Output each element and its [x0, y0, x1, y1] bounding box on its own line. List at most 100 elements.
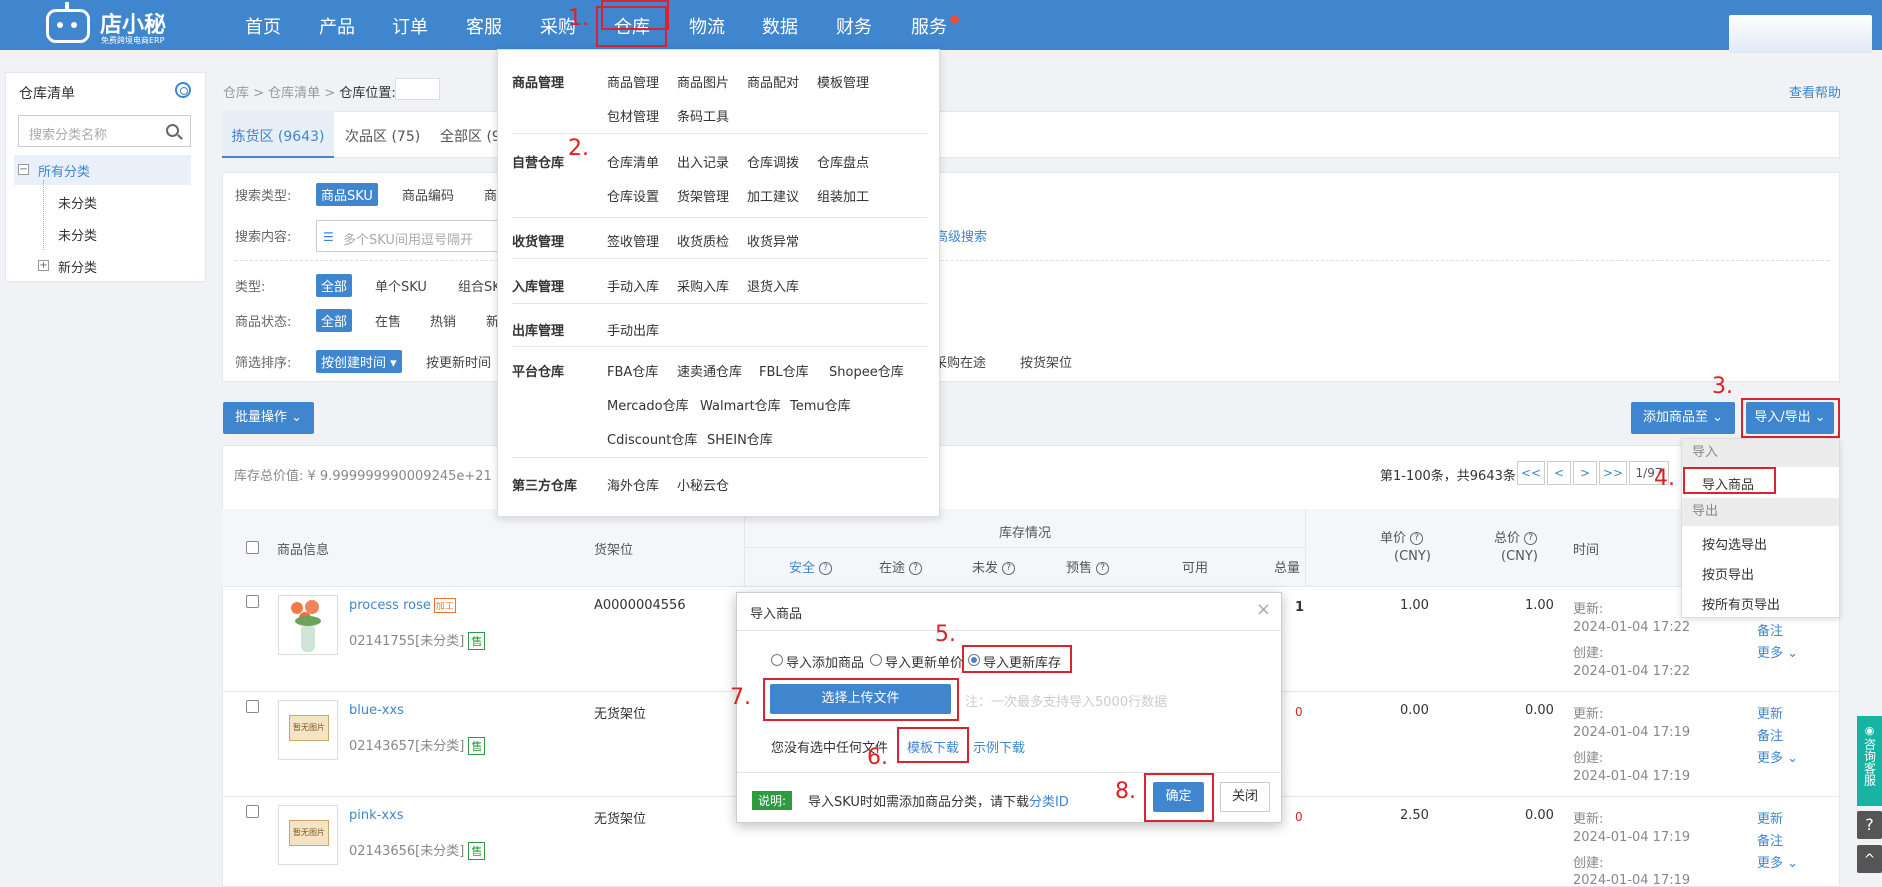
batch-ops-button[interactable]: 批量操作 ⌄	[223, 402, 314, 434]
nav-services[interactable]: 服务	[911, 13, 947, 39]
search-type-more[interactable]: 商	[484, 185, 497, 204]
menu-item-product-mgmt[interactable]: 商品管理	[607, 72, 659, 91]
th-total-price[interactable]: 总价 ?	[1494, 527, 1538, 546]
row-checkbox[interactable]	[246, 805, 259, 818]
type-all[interactable]: 全部	[316, 274, 353, 297]
product-name-link[interactable]: pink-xxs	[349, 808, 403, 823]
add-to-button[interactable]: 添加商品至 ⌄	[1631, 402, 1735, 434]
nav-home[interactable]: 首页	[245, 13, 281, 39]
expand-icon[interactable]: +	[38, 260, 49, 271]
advanced-search-link[interactable]: 高级搜索	[935, 226, 987, 245]
menu-item-warehouse-list[interactable]: 仓库清单	[607, 152, 659, 171]
menu-item-overseas[interactable]: 海外仓库	[607, 475, 659, 494]
radio-import-add-label[interactable]: 导入添加商品	[786, 652, 864, 671]
collapse-icon[interactable]: −	[18, 164, 29, 175]
sku-search-input[interactable]: 多个SKU间用逗号隔开	[316, 220, 516, 252]
menu-item-aliexpress[interactable]: 速卖通仓库	[677, 361, 742, 380]
example-download-link[interactable]: 示例下载	[973, 737, 1025, 756]
sort-updated[interactable]: 按更新时间	[426, 352, 491, 371]
more-link[interactable]: 更多 ⌄	[1757, 747, 1798, 766]
tab-all[interactable]: 全部区 (9	[440, 126, 501, 146]
menu-item-sign-mgmt[interactable]: 签收管理	[607, 231, 659, 250]
menu-item-walmart[interactable]: Walmart仓库	[700, 395, 781, 414]
menu-item-temu[interactable]: Temu仓库	[790, 395, 851, 414]
menu-item-receiving-exceptions[interactable]: 收货异常	[747, 231, 799, 250]
tab-picking[interactable]: 拣货区 (9643)	[222, 111, 334, 158]
consult-service-button[interactable]: ◉ 咨询客服	[1857, 716, 1882, 806]
menu-item-transfer[interactable]: 仓库调拨	[747, 152, 799, 171]
menu-item-purchase-inbound[interactable]: 采购入库	[677, 276, 729, 295]
sort-shelf[interactable]: 按货架位	[1020, 352, 1072, 371]
menu-item-shopee[interactable]: Shopee仓库	[829, 361, 904, 380]
note-link[interactable]: 备注	[1757, 725, 1783, 744]
th-unshipped[interactable]: 未发 ?	[972, 557, 1016, 576]
note-link[interactable]: 备注	[1757, 830, 1783, 849]
product-thumbnail[interactable]	[278, 595, 338, 655]
th-safe[interactable]: 安全 ?	[789, 557, 833, 576]
menu-item-product-pairing[interactable]: 商品配对	[747, 72, 799, 91]
row-checkbox[interactable]	[246, 700, 259, 713]
menu-item-xiaomi-cloud[interactable]: 小秘云仓	[677, 475, 729, 494]
menu-item-cdiscount[interactable]: Cdiscount仓库	[607, 429, 697, 448]
menu-item-shein[interactable]: SHEIN仓库	[707, 429, 773, 448]
tree-item-uncategorized[interactable]: 未分类	[58, 193, 97, 212]
close-button[interactable]: 关闭	[1220, 782, 1270, 812]
nav-data[interactable]: 数据	[762, 13, 798, 39]
status-all[interactable]: 全部	[316, 309, 353, 332]
back-to-top-icon[interactable]: ^	[1857, 845, 1882, 873]
location-select[interactable]	[395, 78, 440, 100]
menu-item-qc[interactable]: 收货质检	[677, 231, 729, 250]
help-link[interactable]: 查看帮助	[1789, 82, 1841, 101]
select-all-checkbox[interactable]	[246, 541, 259, 554]
search-icon[interactable]	[166, 124, 179, 137]
menu-item-processing-advice[interactable]: 加工建议	[747, 186, 799, 205]
tree-item-uncategorized-2[interactable]: 未分类	[58, 225, 97, 244]
nav-order[interactable]: 订单	[392, 13, 428, 39]
menu-item-inout-records[interactable]: 出入记录	[677, 152, 729, 171]
menu-item-product-images[interactable]: 商品图片	[677, 72, 729, 91]
search-type-sku[interactable]: 商品SKU	[316, 183, 378, 206]
logo[interactable]: 店小秘 免费跨境电商ERP	[44, 2, 174, 45]
radio-import-add[interactable]	[771, 654, 783, 666]
pager-first[interactable]: <<	[1517, 461, 1545, 485]
export-all-pages-item[interactable]: 按所有页导出	[1702, 594, 1780, 613]
tab-defective[interactable]: 次品区 (75)	[345, 126, 420, 146]
menu-item-return-inbound[interactable]: 退货入库	[747, 276, 799, 295]
menu-item-template-mgmt[interactable]: 模板管理	[817, 72, 869, 91]
close-icon[interactable]: ×	[1256, 599, 1271, 620]
status-on-sale[interactable]: 在售	[375, 311, 401, 330]
search-type-code[interactable]: 商品编码	[402, 185, 454, 204]
menu-item-mercado[interactable]: Mercado仓库	[607, 395, 689, 414]
gear-icon[interactable]	[175, 82, 191, 98]
pager-last[interactable]: >>	[1599, 461, 1627, 485]
menu-item-packaging[interactable]: 包材管理	[607, 106, 659, 125]
product-thumbnail[interactable]: 暂无图片	[278, 805, 338, 865]
menu-item-assembly[interactable]: 组装加工	[817, 186, 869, 205]
menu-item-manual-outbound[interactable]: 手动出库	[607, 320, 659, 339]
radio-import-price-label[interactable]: 导入更新单价	[885, 652, 963, 671]
more-link[interactable]: 更多 ⌄	[1757, 852, 1798, 871]
export-page-item[interactable]: 按页导出	[1702, 564, 1754, 583]
menu-item-manual-inbound[interactable]: 手动入库	[607, 276, 659, 295]
nav-service[interactable]: 客服	[466, 13, 502, 39]
nav-logistics[interactable]: 物流	[689, 13, 725, 39]
nav-finance[interactable]: 财务	[836, 13, 872, 39]
radio-import-price[interactable]	[870, 654, 882, 666]
more-link[interactable]: 更多 ⌄	[1757, 642, 1798, 661]
category-id-link[interactable]: 分类ID	[1029, 795, 1069, 810]
update-link[interactable]: 更新	[1757, 808, 1783, 827]
type-combo[interactable]: 组合SK	[458, 276, 501, 295]
menu-item-warehouse-settings[interactable]: 仓库设置	[607, 186, 659, 205]
sort-purchase-transit[interactable]: 采购在途	[934, 352, 986, 371]
tree-item-all[interactable]: 所有分类	[38, 161, 90, 180]
update-link[interactable]: 更新	[1757, 703, 1783, 722]
menu-item-stocktake[interactable]: 仓库盘点	[817, 152, 869, 171]
nav-product[interactable]: 产品	[319, 13, 355, 39]
pager-prev[interactable]: <	[1547, 461, 1571, 485]
sort-created[interactable]: 按创建时间 ▾	[316, 350, 402, 373]
menu-item-shelf-mgmt[interactable]: 货架管理	[677, 186, 729, 205]
product-name-link[interactable]: blue-xxs	[349, 703, 404, 718]
user-avatar[interactable]	[1729, 15, 1872, 53]
export-checked-item[interactable]: 按勾选导出	[1702, 534, 1767, 553]
product-name-link[interactable]: process rose 加工	[349, 598, 456, 613]
